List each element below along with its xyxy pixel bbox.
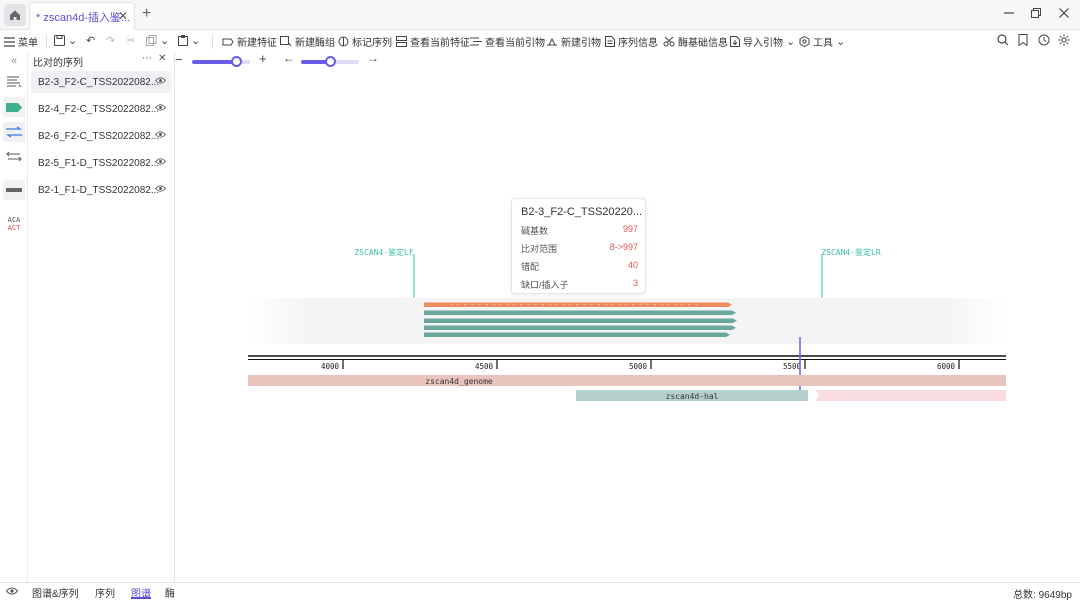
ruler-tick-label: 4000 [321, 362, 340, 371]
tooltip-value: 8->997 [609, 242, 638, 252]
read-bar[interactable] [424, 310, 736, 316]
genome-feature-label: zscan4d_genome [425, 377, 493, 386]
status-tab-map-sequence[interactable]: 图谱&序列 [32, 585, 79, 600]
tooltip-value: 40 [627, 260, 638, 270]
status-tab-map[interactable]: 图谱 [131, 585, 151, 600]
primer-right-label[interactable]: ZSCAN4-鉴定LR [821, 247, 881, 257]
genome-feature-bar[interactable] [248, 375, 1006, 386]
hal-feature-label: zscan4d-hal [666, 392, 719, 401]
tooltip-row: 碱基数 997 [521, 224, 638, 238]
read-bar[interactable] [424, 318, 737, 324]
ruler-ticks: 4000 4500 5000 5500 6000 [321, 360, 960, 371]
ruler-tick-label: 4500 [475, 362, 494, 371]
ruler-tick-label: 6000 [937, 362, 956, 371]
tooltip-value: 997 [622, 224, 638, 234]
tooltip-row: 缺口/插入子 3 [521, 278, 638, 292]
status-bar: 图谱&序列 序列 图谱 酶 总数: 9649bp [0, 582, 1080, 601]
tooltip-value: 3 [632, 278, 638, 288]
tooltip-key: 比对范围 [521, 244, 558, 254]
map-canvas[interactable]: ZSCAN4-鉴定LF ZSCAN4-鉴定LR 4000 4500 5000 5500… [0, 0, 1080, 599]
ruler-tick-label: 5000 [629, 362, 648, 371]
status-tab-enzyme[interactable]: 酶 [165, 585, 175, 600]
tooltip-key: 碱基数 [521, 226, 549, 236]
read-tooltip: B2-3_F2-C_TSS20220... 碱基数 997 比对范围 8->997 错配… [511, 198, 646, 294]
tooltip-title: B2-3_F2-C_TSS20220... [521, 206, 643, 218]
status-tab-sequence[interactable]: 序列 [95, 585, 115, 600]
ruler-tick-label: 5500 [783, 362, 802, 371]
tooltip-row: 错配 40 [521, 260, 638, 274]
primer-left-label[interactable]: ZSCAN4-鉴定LF [354, 247, 414, 257]
read-bar[interactable] [424, 325, 736, 331]
pink-feature-bar[interactable] [815, 390, 1006, 401]
eye-icon[interactable] [5, 585, 19, 599]
tooltip-key: 缺口/插入子 [521, 280, 569, 290]
tooltip-key: 错配 [521, 262, 540, 272]
tooltip-row: 比对范围 8->997 [521, 242, 638, 256]
read-bar[interactable] [424, 332, 730, 338]
